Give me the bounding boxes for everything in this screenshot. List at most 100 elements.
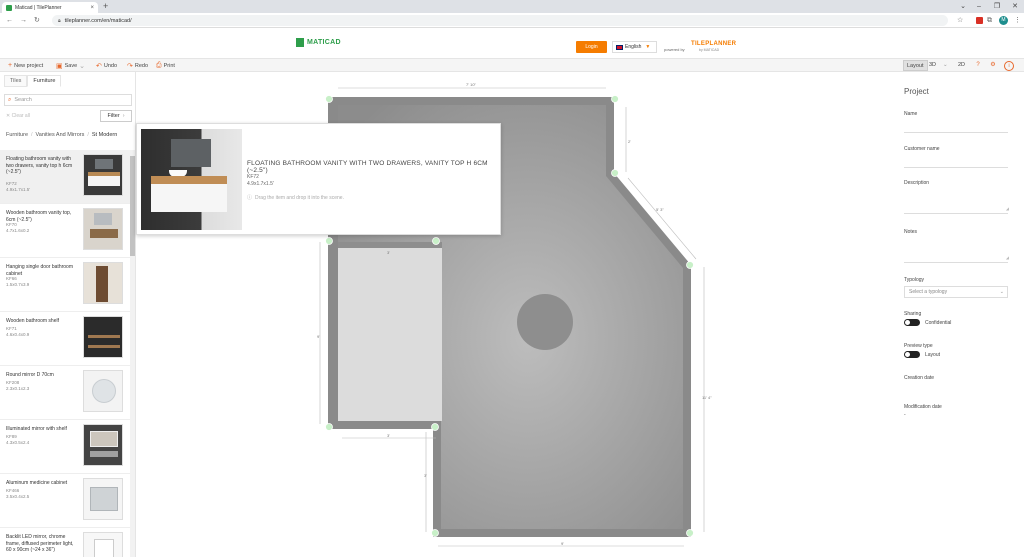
address-bar: ← → ↻ 🔒︎ tileplanner.com/en/maticad/ ☆ ⧉… <box>0 13 1024 28</box>
reload-icon[interactable]: ↻ <box>34 15 40 26</box>
list-item[interactable]: Wooden bathroom shelf KF71 4.6x0.4x0.9 <box>0 312 130 366</box>
close-window-icon[interactable]: ✕ <box>1006 0 1024 13</box>
view-3d-button[interactable]: 3D <box>929 60 936 71</box>
furniture-list: Floating bathroom vanity with two drawer… <box>0 150 130 557</box>
undo-button[interactable]: ↶ Undo <box>96 59 117 72</box>
item-thumbnail <box>83 532 123 557</box>
view-3d-chevron-icon[interactable]: ⌄ <box>943 60 948 71</box>
list-item[interactable]: Round mirror D 70cm KF208 2.3x0.1x2.3 <box>0 366 130 420</box>
project-panel: Project Name Customer name Description ◢… <box>898 72 1024 557</box>
list-item[interactable]: Illuminated mirror with shelf KF89 4.3x0… <box>0 420 130 474</box>
list-item[interactable]: Wooden bathroom vanity top, 6cm (~2.5") … <box>0 204 130 258</box>
redo-button[interactable]: ↷ Redo <box>127 59 148 72</box>
login-button[interactable]: Login <box>576 41 607 53</box>
breadcrumb-separator: / <box>87 132 89 138</box>
star-icon[interactable]: ☆ <box>957 15 963 26</box>
breadcrumb-vanities[interactable]: Vanities And Mirrors <box>36 132 85 138</box>
filter-label: Filter <box>107 113 120 119</box>
uk-flag-icon <box>616 44 623 50</box>
maticad-logo: MATICAD <box>296 38 341 47</box>
new-project-button[interactable]: + New project <box>8 59 43 72</box>
name-input[interactable] <box>904 132 1008 133</box>
list-item[interactable]: Floating bathroom vanity with two drawer… <box>0 150 130 204</box>
app-header: MATICAD Login English ▼ powered by TILEP… <box>0 28 1024 58</box>
vertex-handle <box>432 237 440 245</box>
typology-placeholder: Select a typology <box>909 289 948 295</box>
floor-drain[interactable] <box>517 294 573 350</box>
help-button[interactable]: ? <box>973 60 983 71</box>
forward-icon[interactable]: → <box>20 15 27 26</box>
list-item[interactable]: Hanging single door bathroom cabinet KF6… <box>0 258 130 312</box>
popup-hint: ⓘ Drag the item and drop it into the sce… <box>247 194 344 202</box>
vanity-surface[interactable] <box>338 248 442 421</box>
description-label: Description <box>904 180 930 186</box>
item-dims: 4.3x0.5x2.4 <box>6 440 30 445</box>
list-scrollbar[interactable] <box>130 150 135 557</box>
scrollbar-thumb[interactable] <box>130 156 135 256</box>
sharing-toggle[interactable] <box>904 319 920 326</box>
tab-furniture[interactable]: Furniture <box>27 75 62 87</box>
print-label: Print <box>163 62 175 69</box>
language-label: English <box>625 44 642 50</box>
description-input[interactable] <box>904 213 1008 214</box>
customer-name-input[interactable] <box>904 167 1008 168</box>
item-dims: 2.3x0.1x2.3 <box>6 386 30 391</box>
save-chevron-icon: ⌄ <box>79 62 86 70</box>
breadcrumb-separator: / <box>31 132 33 138</box>
logo-text: MATICAD <box>307 39 341 46</box>
view-2d-button[interactable]: 2D <box>958 60 965 71</box>
dim-bottom: 9' <box>561 541 564 546</box>
view-layout-button[interactable]: Layout <box>903 60 928 71</box>
tileplanner-logo: TILEPLANNER <box>691 41 737 47</box>
back-icon[interactable]: ← <box>6 15 13 26</box>
pdf-extension-icon[interactable] <box>976 17 983 24</box>
notes-input[interactable] <box>904 262 1008 263</box>
filter-button[interactable]: Filter › <box>100 110 132 122</box>
print-icon: ⎙ <box>156 61 162 69</box>
vertex-handle <box>611 95 619 103</box>
customer-name-label: Customer name <box>904 146 940 152</box>
print-button[interactable]: ⎙ Print <box>156 59 175 72</box>
browser-tab[interactable]: Maticad | TilePlanner × <box>2 2 98 13</box>
popup-dims: 4.9x1.7x1.5' <box>247 181 274 187</box>
item-name: Floating bathroom vanity with two drawer… <box>6 156 73 175</box>
url-text: tileplanner.com/en/maticad/ <box>64 17 132 24</box>
item-dims: 3.5x0.4x2.5 <box>6 494 30 499</box>
plus-icon: + <box>8 62 13 69</box>
url-field[interactable]: 🔒︎ tileplanner.com/en/maticad/ <box>52 15 948 26</box>
item-preview-image[interactable] <box>141 129 242 230</box>
item-thumbnail <box>83 262 123 304</box>
item-thumbnail <box>83 424 123 466</box>
list-item[interactable]: Backlit LED mirror, chrome frame, diffus… <box>0 528 130 557</box>
profile-avatar[interactable]: M <box>999 16 1008 25</box>
browser-tab-title: Maticad | TilePlanner <box>15 4 62 11</box>
tab-search-icon[interactable]: ⌄ <box>956 0 970 13</box>
notes-label: Notes <box>904 229 918 235</box>
vertex-handle <box>686 529 694 537</box>
extensions-icon[interactable]: ⧉ <box>987 15 992 26</box>
breadcrumb-furniture[interactable]: Furniture <box>6 132 28 138</box>
settings-gear-icon[interactable]: ⚙ <box>988 60 998 71</box>
maximize-icon[interactable]: ❐ <box>988 0 1006 13</box>
preview-type-toggle[interactable] <box>904 351 920 358</box>
vertex-handle <box>611 169 619 177</box>
info-icon[interactable]: i <box>1004 61 1014 71</box>
breadcrumb-st-modern[interactable]: St Modern <box>92 132 117 138</box>
minimize-icon[interactable]: – <box>970 0 988 13</box>
typology-select[interactable]: Select a typology ⌄ <box>904 286 1008 298</box>
list-item[interactable]: Aluminum medicine cabinet KF466 3.5x0.4x… <box>0 474 130 528</box>
search-input[interactable] <box>14 97 125 103</box>
save-button[interactable]: ▣ Save ⌄ <box>56 59 85 72</box>
language-selector[interactable]: English ▼ <box>612 41 657 53</box>
new-tab-icon[interactable]: + <box>103 1 108 11</box>
item-thumbnail <box>83 316 123 358</box>
description-resize-icon[interactable]: ◢ <box>1006 206 1009 211</box>
close-tab-icon[interactable]: × <box>90 5 94 11</box>
tab-tiles[interactable]: Tiles <box>4 75 28 87</box>
item-name: Backlit LED mirror, chrome frame, diffus… <box>6 534 74 553</box>
menu-icon[interactable]: ⋮ <box>1014 15 1021 26</box>
clear-all-button[interactable]: ✕ Clear all <box>6 113 30 119</box>
notes-resize-icon[interactable]: ◢ <box>1006 255 1009 260</box>
chevron-down-icon: ▼ <box>645 44 651 50</box>
vertex-handle <box>325 95 333 103</box>
